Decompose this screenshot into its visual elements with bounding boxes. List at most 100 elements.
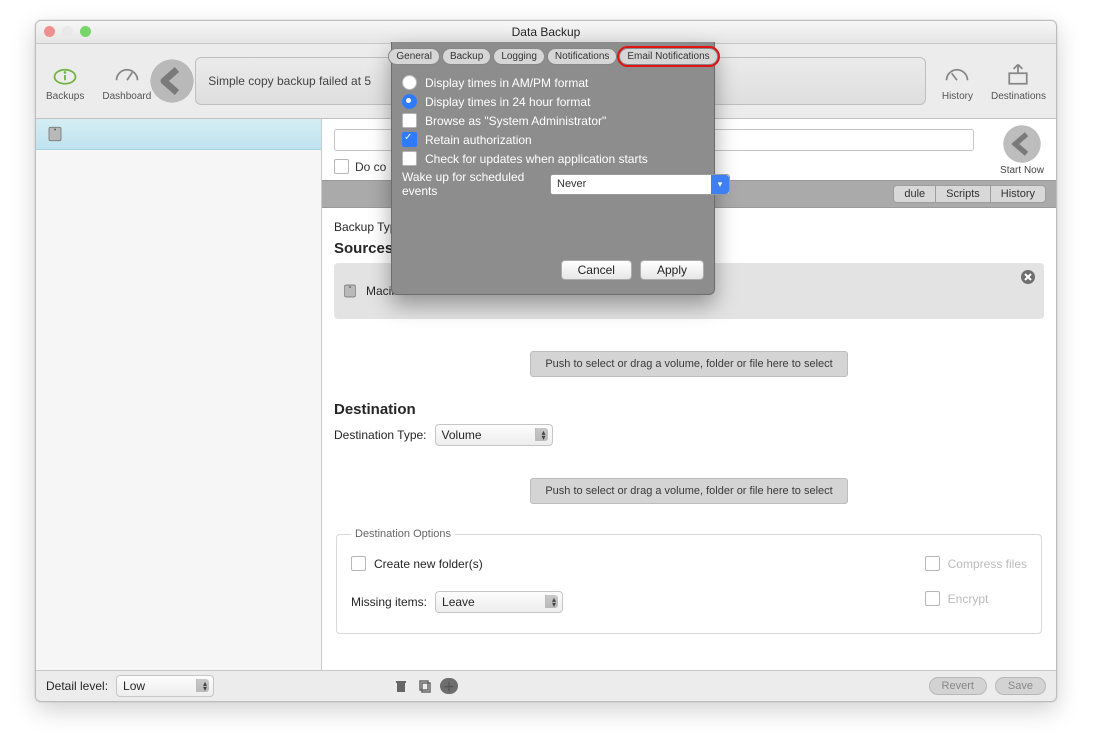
sheet-tab-general[interactable]: General <box>388 48 440 65</box>
drop-hint-label: Push to select or drag a volume, folder … <box>530 351 847 377</box>
checkbox-icon <box>351 556 366 571</box>
delete-button[interactable] <box>392 678 410 694</box>
mac-hd-icon <box>342 283 358 299</box>
minimize-window-button[interactable] <box>62 26 73 37</box>
window-title: Data Backup <box>512 25 581 39</box>
gauge-icon <box>113 61 141 89</box>
start-now-button[interactable]: Start Now <box>992 123 1052 176</box>
toolbar-item-dashboard[interactable]: Dashboard <box>102 61 151 102</box>
select-value: Leave <box>442 595 475 609</box>
apply-button[interactable]: Apply <box>640 260 704 280</box>
wake-row: Wake up for scheduled events Never ▾ <box>402 170 704 198</box>
retain-auth-checkbox[interactable]: Retain authorization <box>402 132 704 147</box>
checkbox-icon <box>402 132 417 147</box>
create-folders-checkbox[interactable]: Create new folder(s) <box>351 556 563 571</box>
sheet-tab-logging[interactable]: Logging <box>493 48 545 65</box>
checkbox-icon <box>402 151 417 166</box>
sheet-body: Display times in AM/PM format Display ti… <box>392 67 714 204</box>
check-updates-checkbox[interactable]: Check for updates when application start… <box>402 151 704 166</box>
cancel-button[interactable]: Cancel <box>561 260 632 280</box>
sheet-tab-notifications[interactable]: Notifications <box>547 48 617 65</box>
checkbox-label: Create new folder(s) <box>374 557 483 571</box>
radio-label: Display times in 24 hour format <box>425 95 590 109</box>
sheet-tab-email-notifications[interactable]: Email Notifications <box>619 48 717 65</box>
sheet-tabs: General Backup Logging Notifications Ema… <box>392 42 714 67</box>
checkbox-label: Encrypt <box>948 592 989 606</box>
duplicate-button[interactable] <box>416 678 434 694</box>
app-window: Data Backup Backups Dashboard Simple <box>35 20 1057 702</box>
checkbox-icon <box>925 556 940 571</box>
browse-admin-checkbox[interactable]: Browse as "System Administrator" <box>402 113 704 128</box>
arrow-left-circle-icon <box>1001 123 1043 165</box>
backup-type-label: Backup Typ <box>334 220 396 234</box>
encrypt-checkbox: Encrypt <box>925 591 1027 606</box>
zoom-window-button[interactable] <box>80 26 91 37</box>
checkbox-label: Do co <box>355 160 386 174</box>
status-text: Simple copy backup failed at 5 <box>208 74 371 88</box>
status-back-icon <box>149 58 195 104</box>
destination-type-select[interactable]: Volume ▴▾ <box>435 424 553 446</box>
segment-scripts[interactable]: Scripts <box>936 186 991 202</box>
preferences-sheet: General Backup Logging Notifications Ema… <box>391 42 715 295</box>
wake-label: Wake up for scheduled events <box>402 170 542 198</box>
toolbar-item-label: Dashboard <box>102 91 151 102</box>
source-drop-area[interactable]: Push to select or drag a volume, folder … <box>334 351 1044 377</box>
time-format-ampm-radio[interactable]: Display times in AM/PM format <box>402 75 704 90</box>
select-value: Volume <box>442 428 482 442</box>
missing-items-select[interactable]: Leave ▴▾ <box>435 591 563 613</box>
gauge-icon <box>943 61 971 89</box>
chevron-updown-icon: ▴▾ <box>203 681 207 691</box>
missing-items-label: Missing items: <box>351 595 427 609</box>
select-value: Never <box>557 178 586 190</box>
toolbar-item-backups[interactable]: Backups <box>46 61 84 102</box>
start-now-label: Start Now <box>1000 165 1044 176</box>
destination-options-legend: Destination Options <box>351 528 455 540</box>
close-circle-icon <box>1020 269 1036 285</box>
checkbox-label: Compress files <box>948 557 1027 571</box>
destination-heading: Destination <box>334 401 1044 418</box>
time-format-24h-radio[interactable]: Display times in 24 hour format <box>402 94 704 109</box>
segment-schedule[interactable]: dule <box>894 186 936 202</box>
radio-label: Display times in AM/PM format <box>425 76 588 90</box>
toolbar-item-history[interactable]: History <box>942 61 973 102</box>
close-window-button[interactable] <box>44 26 55 37</box>
segment-history[interactable]: History <box>991 186 1045 202</box>
traffic-lights <box>44 26 91 37</box>
checkbox-label: Retain authorization <box>425 133 532 147</box>
chevron-updown-icon: ▾ <box>711 175 729 194</box>
destination-type-row: Destination Type: Volume ▴▾ <box>334 424 1044 446</box>
box-arrow-icon <box>1004 61 1032 89</box>
trash-icon <box>394 679 408 693</box>
checkbox-icon <box>925 591 940 606</box>
compress-files-checkbox: Compress files <box>925 556 1027 571</box>
sidebar <box>36 119 322 670</box>
detail-level-select[interactable]: Low ▴▾ <box>116 675 214 697</box>
destination-options: Destination Options Create new folder(s)… <box>336 528 1042 634</box>
toolbar-item-label: History <box>942 91 973 102</box>
add-button[interactable]: ＋ <box>440 678 458 694</box>
checkbox-label: Browse as "System Administrator" <box>425 114 606 128</box>
chevron-updown-icon: ▴▾ <box>552 597 556 607</box>
sheet-footer: Cancel Apply <box>392 204 714 284</box>
save-button[interactable]: Save <box>995 677 1046 695</box>
drop-hint-label: Push to select or drag a volume, folder … <box>530 478 847 504</box>
remove-source-button[interactable] <box>1020 269 1036 288</box>
sheet-tab-backup[interactable]: Backup <box>442 48 491 65</box>
missing-items-row: Missing items: Leave ▴▾ <box>351 591 563 613</box>
checkbox-icon <box>334 159 349 174</box>
checkbox-label: Check for updates when application start… <box>425 152 648 166</box>
copy-icon <box>418 679 432 693</box>
sidebar-item[interactable] <box>36 119 321 150</box>
wake-select[interactable]: Never ▾ <box>550 174 730 195</box>
radio-icon <box>402 75 417 90</box>
cloud-info-icon <box>51 61 79 89</box>
destination-drop-area[interactable]: Push to select or drag a volume, folder … <box>334 478 1044 504</box>
toolbar-item-label: Backups <box>46 91 84 102</box>
toolbar-item-destinations[interactable]: Destinations <box>991 61 1046 102</box>
footer: Detail level: Low ▴▾ ＋ Revert Save <box>36 670 1056 701</box>
checkbox-icon <box>402 113 417 128</box>
revert-button[interactable]: Revert <box>929 677 987 695</box>
radio-icon <box>402 94 417 109</box>
segment-control: dule Scripts History <box>893 185 1046 203</box>
destination-type-label: Destination Type: <box>334 428 427 442</box>
